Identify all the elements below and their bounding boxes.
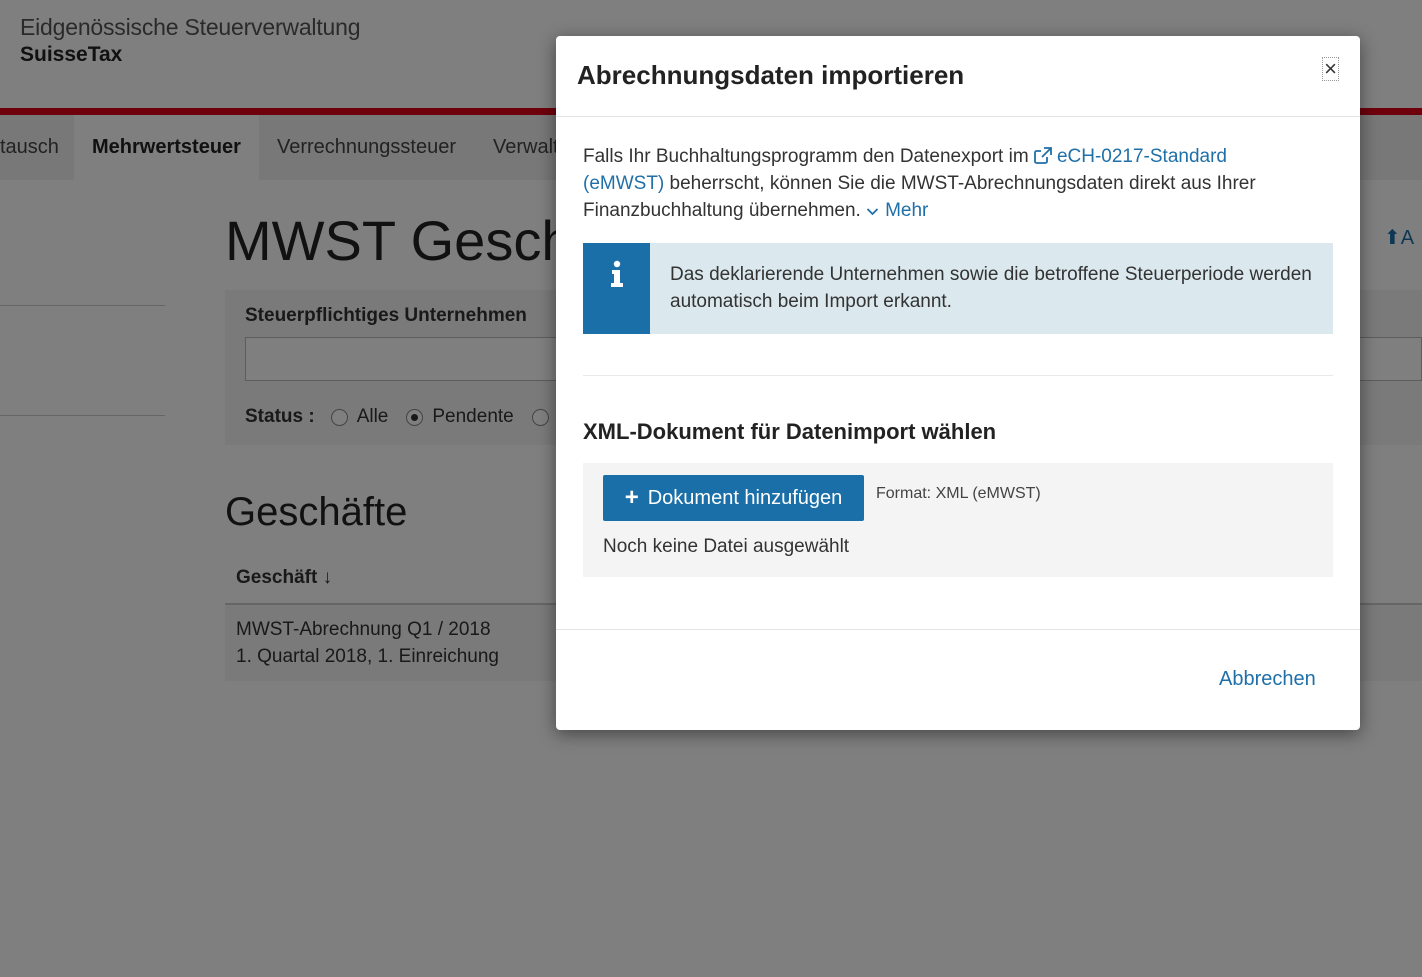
more-toggle-label: Mehr [885, 200, 929, 221]
add-document-label: Dokument hinzufügen [647, 486, 843, 509]
chevron-down-icon [866, 208, 879, 216]
dialog-footer: Abbrechen [556, 629, 1360, 730]
info-text: Das deklarierende Unternehmen sowie die … [670, 264, 1312, 312]
add-document-button[interactable]: + Dokument hinzufügen [603, 475, 864, 521]
dialog-intro: Falls Ihr Buchhaltungsprogramm den Daten… [583, 143, 1303, 224]
upload-area: + Dokument hinzufügen Format: XML (eMWST)… [583, 463, 1333, 577]
plus-icon: + [624, 484, 639, 511]
format-hint: Format: XML (eMWST) [876, 485, 1041, 502]
cancel-button[interactable]: Abbrechen [1219, 668, 1316, 691]
dialog-header: Abrechnungsdaten importieren × [556, 36, 1360, 117]
document-heading: XML-Dokument für Datenimport wählen [583, 419, 997, 444]
info-icon-column [583, 243, 650, 334]
more-toggle[interactable]: Mehr [866, 200, 928, 221]
external-link-icon [1034, 147, 1052, 164]
intro-text-start: Falls Ihr Buchhaltungsprogramm den Daten… [583, 146, 1034, 167]
import-dialog: Abrechnungsdaten importieren × Falls Ihr… [556, 36, 1360, 730]
dialog-title: Abrechnungsdaten importieren [577, 60, 965, 90]
close-icon[interactable]: × [1322, 57, 1339, 81]
no-file-status: Noch keine Datei ausgewählt [603, 536, 850, 557]
section-divider [583, 375, 1333, 376]
info-icon [611, 260, 623, 287]
info-alert: Das deklarierende Unternehmen sowie die … [583, 243, 1333, 334]
